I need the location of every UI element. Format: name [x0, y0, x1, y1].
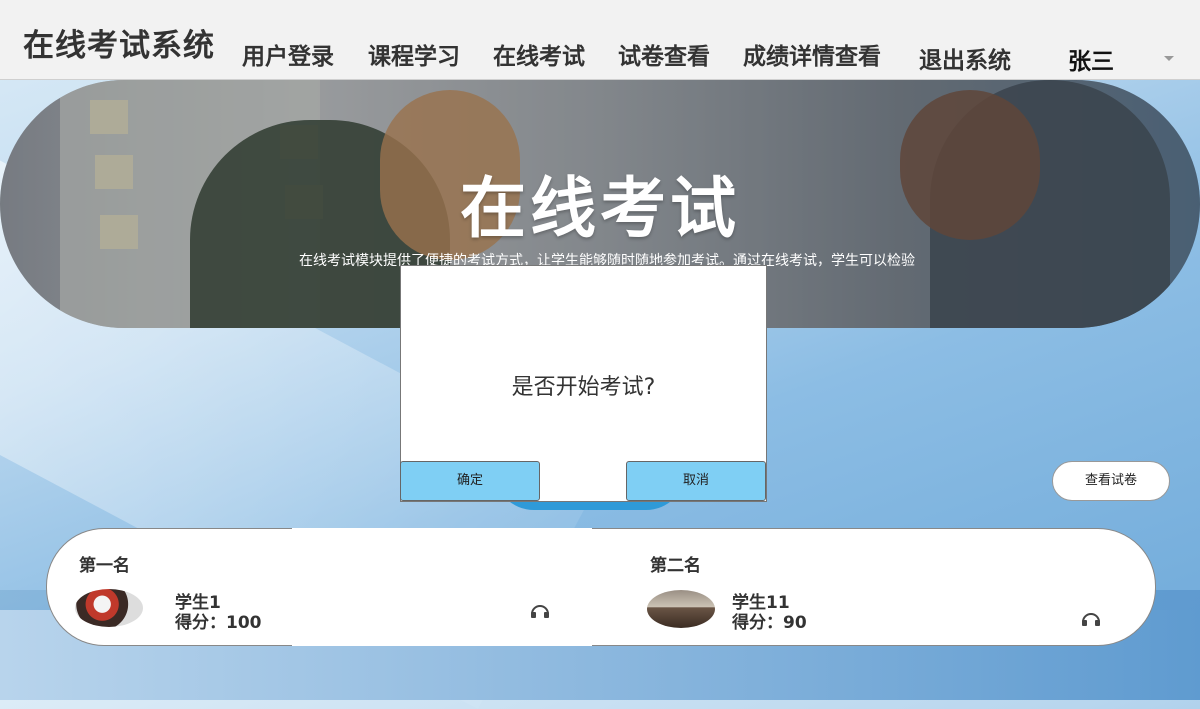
- nav-item-online-exam[interactable]: 在线考试: [493, 37, 585, 71]
- cancel-button[interactable]: 取消: [626, 461, 766, 501]
- app-brand: 在线考试系统: [23, 28, 215, 64]
- avatar: [647, 590, 715, 628]
- avatar: [75, 589, 143, 627]
- student-score-first: 得分：100: [175, 613, 262, 633]
- ranking-card-first-panel: [292, 528, 592, 646]
- rank-label-second: 第二名: [650, 556, 701, 576]
- headphone-icon[interactable]: [1081, 612, 1101, 626]
- nav-item-paper-view[interactable]: 试卷查看: [618, 37, 710, 71]
- nav-item-logout[interactable]: 退出系统: [919, 41, 1011, 75]
- dialog-question: 是否开始考试?: [511, 375, 656, 400]
- nav-item-login[interactable]: 用户登录: [242, 37, 334, 71]
- top-navbar: 在线考试系统 用户登录 课程学习 在线考试 试卷查看 成绩详情查看 退出系统 张…: [0, 0, 1200, 80]
- nav-item-score-detail[interactable]: 成绩详情查看: [743, 37, 881, 71]
- nav-item-course-study[interactable]: 课程学习: [368, 37, 460, 71]
- chevron-down-icon[interactable]: [1164, 56, 1174, 61]
- user-name[interactable]: 张三: [1068, 42, 1114, 76]
- ranking-card-second: [590, 528, 1156, 646]
- banner-title: 在线考试: [460, 170, 740, 247]
- student-score-second: 得分：90: [732, 613, 807, 633]
- confirm-button[interactable]: 确定: [400, 461, 540, 501]
- view-paper-button[interactable]: 查看试卷: [1052, 461, 1170, 501]
- rank-label-first: 第一名: [79, 556, 130, 576]
- headphone-icon[interactable]: [530, 604, 550, 618]
